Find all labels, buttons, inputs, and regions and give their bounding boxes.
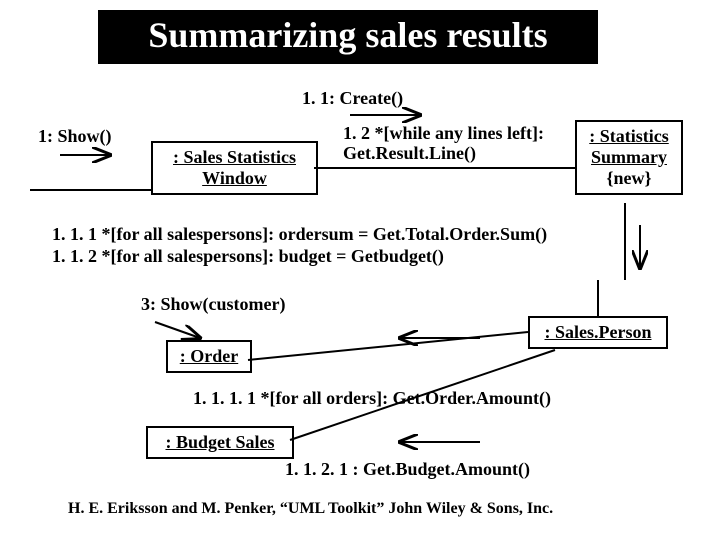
msg-show: 1: Show() bbox=[38, 126, 112, 147]
obj-budget-sales-label: : Budget Sales bbox=[150, 432, 290, 453]
msg-ordersum: 1. 1. 1 *[for all salespersons]: ordersu… bbox=[52, 224, 547, 245]
obj-stats-summary-line1: : Statistics bbox=[579, 126, 679, 147]
obj-stats-window-line2: Window bbox=[155, 168, 314, 189]
obj-budget-sales: : Budget Sales bbox=[146, 426, 294, 459]
slide-title: Summarizing sales results bbox=[98, 10, 598, 64]
obj-stats-summary: : Statistics Summary {new} bbox=[575, 120, 683, 195]
obj-sales-person-label: : Sales.Person bbox=[532, 322, 664, 343]
msg-resultline-b: Get.Result.Line() bbox=[343, 143, 476, 164]
msg-budget: 1. 1. 2 *[for all salespersons]: budget … bbox=[52, 246, 444, 267]
obj-order: : Order bbox=[166, 340, 252, 373]
obj-stats-summary-new: {new} bbox=[579, 168, 679, 189]
obj-stats-window: : Sales Statistics Window bbox=[151, 141, 318, 195]
obj-sales-person: : Sales.Person bbox=[528, 316, 668, 349]
msg-budgetamt: 1. 1. 2. 1 : Get.Budget.Amount() bbox=[285, 459, 530, 480]
msg-create: 1. 1: Create() bbox=[302, 88, 403, 109]
obj-order-label: : Order bbox=[170, 346, 248, 367]
msg-resultline-a: 1. 2 *[while any lines left]: bbox=[343, 123, 544, 144]
msg-orderamt: 1. 1. 1. 1 *[for all orders]: Get.Order.… bbox=[193, 388, 551, 409]
msg-showcust: 3: Show(customer) bbox=[141, 294, 285, 315]
obj-stats-summary-line2: Summary bbox=[579, 147, 679, 168]
obj-stats-window-line1: : Sales Statistics bbox=[155, 147, 314, 168]
footer-citation: H. E. Eriksson and M. Penker, “UML Toolk… bbox=[68, 500, 553, 518]
